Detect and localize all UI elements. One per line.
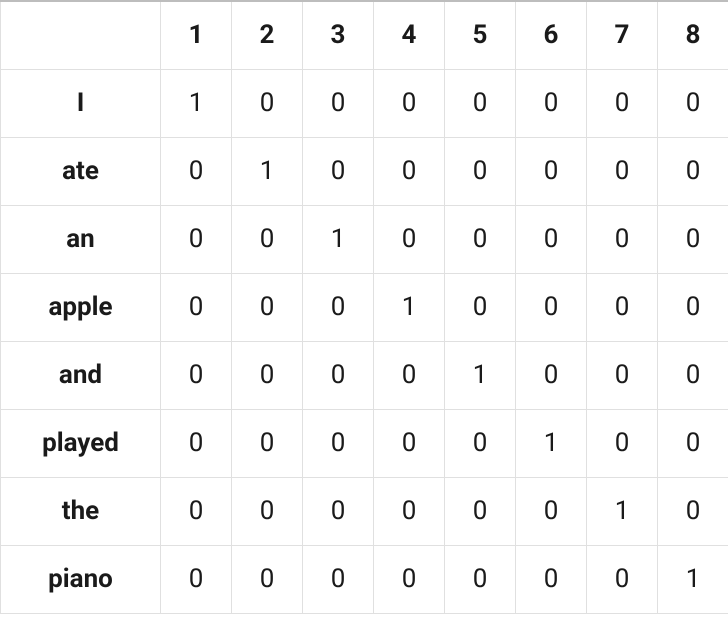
cell: 0 — [161, 409, 232, 477]
cell: 0 — [303, 341, 374, 409]
cell: 0 — [658, 205, 728, 273]
cell: 0 — [587, 341, 658, 409]
cell: 0 — [658, 409, 728, 477]
table-row: the00000010 — [1, 477, 728, 545]
cell: 0 — [516, 545, 587, 613]
table-body: I10000000ate01000000an00100000apple00010… — [1, 69, 728, 613]
cell: 0 — [232, 69, 303, 137]
cell: 0 — [303, 69, 374, 137]
cell: 0 — [658, 341, 728, 409]
cell: 0 — [303, 273, 374, 341]
cell: 0 — [587, 273, 658, 341]
cell: 0 — [587, 137, 658, 205]
col-header: 7 — [587, 1, 658, 69]
col-header: 6 — [516, 1, 587, 69]
cell: 0 — [374, 137, 445, 205]
cell: 0 — [516, 341, 587, 409]
cell: 0 — [587, 409, 658, 477]
col-header: 5 — [445, 1, 516, 69]
cell: 1 — [161, 69, 232, 137]
cell: 0 — [303, 137, 374, 205]
cell: 0 — [516, 477, 587, 545]
cell: 0 — [445, 205, 516, 273]
cell: 0 — [374, 341, 445, 409]
cell: 0 — [161, 137, 232, 205]
cell: 1 — [587, 477, 658, 545]
cell: 0 — [161, 205, 232, 273]
col-header: 2 — [232, 1, 303, 69]
cell: 0 — [161, 273, 232, 341]
col-header: 4 — [374, 1, 445, 69]
cell: 0 — [232, 341, 303, 409]
cell: 1 — [303, 205, 374, 273]
cell: 0 — [374, 205, 445, 273]
col-header: 3 — [303, 1, 374, 69]
row-header: piano — [1, 545, 161, 613]
cell: 0 — [374, 477, 445, 545]
row-header: and — [1, 341, 161, 409]
cell: 0 — [445, 137, 516, 205]
table-row: played00000100 — [1, 409, 728, 477]
table-row: an00100000 — [1, 205, 728, 273]
row-header: played — [1, 409, 161, 477]
cell: 0 — [232, 545, 303, 613]
table-row: ate01000000 — [1, 137, 728, 205]
cell: 0 — [232, 409, 303, 477]
row-header: an — [1, 205, 161, 273]
cell: 0 — [303, 409, 374, 477]
cell: 0 — [374, 69, 445, 137]
row-header: I — [1, 69, 161, 137]
cell: 0 — [516, 69, 587, 137]
cell: 0 — [445, 69, 516, 137]
col-header: 1 — [161, 1, 232, 69]
identity-matrix-table: 1 2 3 4 5 6 7 8 I10000000ate01000000an00… — [0, 0, 728, 614]
cell: 0 — [587, 69, 658, 137]
cell: 0 — [374, 409, 445, 477]
cell: 0 — [161, 341, 232, 409]
cell: 0 — [303, 477, 374, 545]
cell: 0 — [587, 545, 658, 613]
table-row: piano00000001 — [1, 545, 728, 613]
cell: 1 — [445, 341, 516, 409]
cell: 1 — [232, 137, 303, 205]
corner-cell — [1, 1, 161, 69]
cell: 0 — [516, 273, 587, 341]
cell: 0 — [658, 69, 728, 137]
cell: 0 — [445, 477, 516, 545]
cell: 0 — [658, 477, 728, 545]
cell: 1 — [658, 545, 728, 613]
cell: 0 — [303, 545, 374, 613]
cell: 0 — [516, 137, 587, 205]
cell: 0 — [161, 477, 232, 545]
cell: 0 — [445, 273, 516, 341]
cell: 0 — [232, 273, 303, 341]
table-row: apple00010000 — [1, 273, 728, 341]
cell: 1 — [374, 273, 445, 341]
cell: 0 — [658, 273, 728, 341]
col-header: 8 — [658, 1, 728, 69]
cell: 0 — [587, 205, 658, 273]
cell: 0 — [232, 205, 303, 273]
table-row: and00001000 — [1, 341, 728, 409]
cell: 0 — [445, 409, 516, 477]
cell: 0 — [516, 205, 587, 273]
cell: 0 — [232, 477, 303, 545]
row-header: apple — [1, 273, 161, 341]
cell: 0 — [374, 545, 445, 613]
cell: 1 — [516, 409, 587, 477]
cell: 0 — [445, 545, 516, 613]
cell: 0 — [161, 545, 232, 613]
header-row: 1 2 3 4 5 6 7 8 — [1, 1, 728, 69]
row-header: the — [1, 477, 161, 545]
table-row: I10000000 — [1, 69, 728, 137]
cell: 0 — [658, 137, 728, 205]
row-header: ate — [1, 137, 161, 205]
